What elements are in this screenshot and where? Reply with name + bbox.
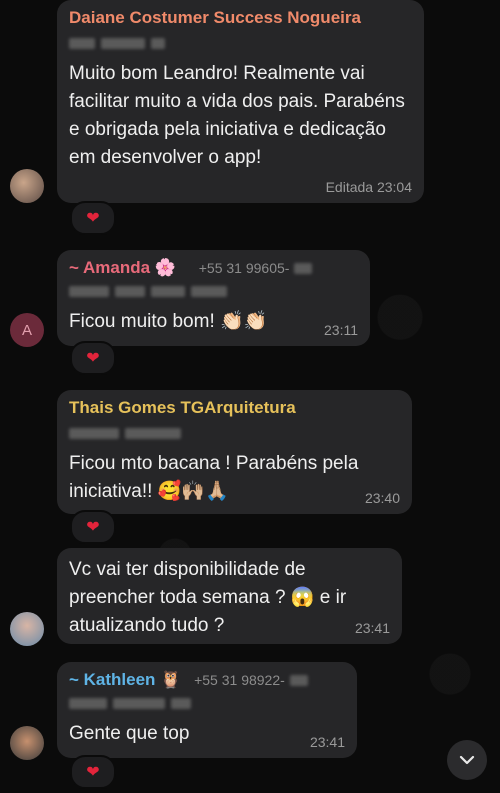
message-time: 23:41 (309, 734, 345, 750)
message-text: Gente que top (69, 723, 190, 744)
message-text: Muito bom Leandro! Realmente vai facilit… (69, 63, 405, 168)
sender-info-redacted (69, 282, 356, 300)
heart-icon: ❤ (86, 350, 100, 367)
heart-icon: ❤ (86, 764, 100, 781)
message-bubble[interactable]: Vc vai ter disponibilidade de preencher … (57, 548, 402, 644)
message-time: 23:11 (324, 322, 358, 338)
avatar[interactable] (10, 726, 44, 760)
message-text: Ficou muito bom! 👏🏻👏🏻 (69, 311, 268, 332)
avatar[interactable]: A (10, 313, 44, 347)
sender-phone-redacted (69, 34, 410, 52)
message-bubble[interactable]: ~ Kathleen 🦉 +55 31 98922- Gente que top… (57, 662, 357, 758)
sender-name: Thais Gomes TGArquitetura (69, 398, 296, 417)
message-bubble[interactable]: ~ Amanda 🌸 +55 31 99605- Ficou muito bom… (57, 250, 370, 346)
reaction-badge[interactable]: ❤ (70, 201, 116, 235)
message-time: 23:41 (354, 620, 390, 636)
reaction-badge[interactable]: ❤ (70, 755, 116, 789)
reaction-badge[interactable]: ❤ (70, 510, 116, 544)
message-text: Vc vai ter disponibilidade de preencher … (69, 559, 347, 636)
sender-phone: +55 31 99605- (198, 260, 290, 276)
flower-icon: 🌸 (154, 258, 176, 278)
avatar[interactable] (10, 612, 44, 646)
message-time: 23:40 (364, 490, 400, 506)
heart-icon: ❤ (86, 210, 100, 227)
chevron-down-icon (459, 755, 475, 765)
sender-phone: +55 31 98922- (194, 672, 285, 688)
sender-name: ~ Kathleen 🦉 +55 31 98922- (69, 670, 343, 690)
scroll-down-button[interactable] (447, 740, 487, 780)
avatar[interactable] (10, 169, 44, 203)
sender-info-redacted (69, 694, 343, 712)
message-text: Ficou mto bacana ! Parabéns pela iniciat… (69, 453, 359, 502)
heart-icon: ❤ (86, 519, 100, 536)
sender-phone-redacted (69, 424, 398, 442)
sender-name: ~ Amanda 🌸 +55 31 99605- (69, 258, 356, 278)
sender-name: Daiane Costumer Success Nogueira (69, 8, 361, 27)
message-bubble[interactable]: Thais Gomes TGArquitetura Ficou mto baca… (57, 390, 412, 514)
reaction-badge[interactable]: ❤ (70, 341, 116, 375)
message-time: Editada 23:04 (325, 179, 412, 195)
owl-icon: 🦉 (160, 670, 182, 690)
message-bubble[interactable]: Daiane Costumer Success Nogueira Muito b… (57, 0, 424, 203)
